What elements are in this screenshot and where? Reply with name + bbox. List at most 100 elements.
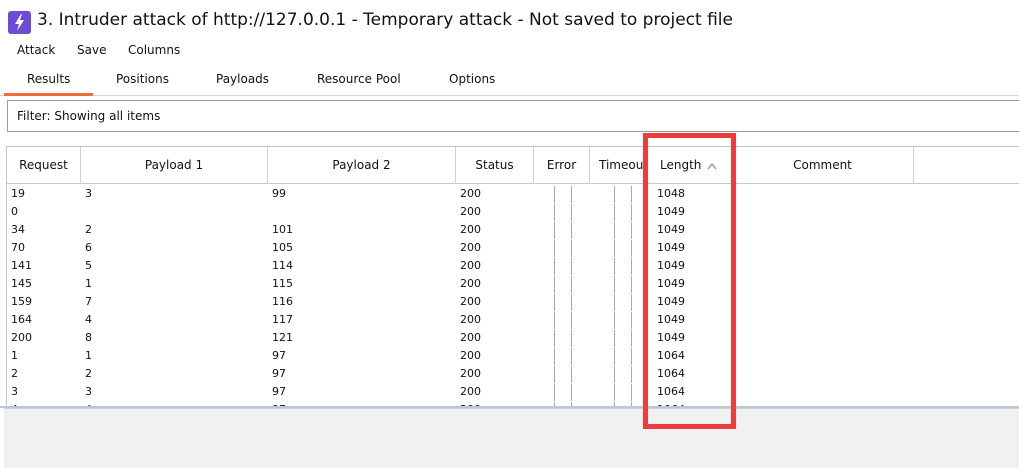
filter-bar[interactable]: Filter: Showing all items [7,100,1019,132]
cell-request: 164 [11,313,32,326]
table-row[interactable]: 3 3 97 200 1064 [7,383,1019,401]
cell-status: 200 [460,259,481,272]
column-header-length[interactable]: Length [648,147,732,184]
cell-comment [732,275,914,293]
timeout-checkbox [614,276,632,293]
cell-payload-2: 97 [272,367,286,380]
error-checkbox [554,240,572,257]
cell-length: 1064 [657,349,685,362]
menu-attack[interactable]: Attack [17,43,55,57]
cell-length: 1049 [657,277,685,290]
cell-payload-1: 1 [85,277,92,290]
table-row[interactable]: 164 4 117 200 1049 [7,311,1019,329]
cell-length: 1064 [657,385,685,398]
timeout-checkbox [614,186,632,203]
cell-comment [732,221,914,239]
table-body: 19 3 99 200 1048 0 200 1049 34 2 101 200 1049 70 6 105 2… [7,185,1019,408]
cell-status: 200 [460,205,481,218]
table-row[interactable]: 1 1 97 200 1064 [7,347,1019,365]
tab-bar: Results Positions Payloads Resource Pool… [0,64,1019,96]
cell-status: 200 [460,313,481,326]
table-row[interactable]: 200 8 121 200 1049 [7,329,1019,347]
timeout-checkbox [614,312,632,329]
menu-save[interactable]: Save [77,43,106,57]
column-header-length-label: Length [660,158,702,172]
table-row[interactable]: 0 200 1049 [7,203,1019,221]
column-header-error[interactable]: Error [534,147,590,184]
cell-length: 1049 [657,295,685,308]
timeout-checkbox [614,258,632,275]
timeout-checkbox [614,204,632,221]
cell-comment [732,293,914,311]
cell-payload-1: 2 [85,367,92,380]
filter-text: Filter: Showing all items [17,109,161,123]
cell-length: 1049 [657,223,685,236]
cell-request: 19 [11,187,25,200]
window-title: 3. Intruder attack of http://127.0.0.1 -… [37,10,733,30]
error-checkbox [554,384,572,401]
error-checkbox [554,186,572,203]
cell-length: 1064 [657,367,685,380]
cell-payload-2: 115 [272,277,293,290]
cell-request: 141 [11,259,32,272]
cell-length: 1049 [657,313,685,326]
table-row[interactable]: 34 2 101 200 1049 [7,221,1019,239]
error-checkbox [554,204,572,221]
cell-comment [732,185,914,203]
table-row[interactable]: 145 1 115 200 1049 [7,275,1019,293]
tab-payloads[interactable]: Payloads [216,72,269,86]
timeout-checkbox [614,366,632,383]
cell-comment [732,311,914,329]
column-header-request[interactable]: Request [7,147,81,184]
cell-payload-2: 121 [272,331,293,344]
column-header-payload-1[interactable]: Payload 1 [81,147,268,184]
cell-status: 200 [460,187,481,200]
cell-payload-2: 99 [272,187,286,200]
cell-payload-1: 8 [85,331,92,344]
cell-status: 200 [460,331,481,344]
cell-payload-1: 7 [85,295,92,308]
cell-length: 1049 [657,205,685,218]
table-header: Request Payload 1 Payload 2 Status Error… [7,147,1019,184]
timeout-checkbox [614,294,632,311]
error-checkbox [554,258,572,275]
menu-bar: Attack Save Columns [0,40,1019,62]
cell-payload-2: 117 [272,313,293,326]
tab-resource-pool[interactable]: Resource Pool [317,72,401,86]
tab-options[interactable]: Options [449,72,495,86]
cell-payload-2: 97 [272,349,286,362]
table-row[interactable]: 19 3 99 200 1048 [7,185,1019,203]
request-response-pane [4,408,1019,468]
tab-positions[interactable]: Positions [116,72,169,86]
cell-length: 1048 [657,187,685,200]
menu-columns[interactable]: Columns [128,43,180,57]
cell-request: 70 [11,241,25,254]
error-checkbox [554,348,572,365]
timeout-checkbox [614,240,632,257]
column-header-timeout[interactable]: Timeout [590,147,648,184]
timeout-checkbox [614,384,632,401]
table-row[interactable]: 159 7 116 200 1049 [7,293,1019,311]
column-header-status[interactable]: Status [456,147,534,184]
cell-status: 200 [460,349,481,362]
cell-status: 200 [460,241,481,254]
cell-payload-1 [81,203,268,221]
error-checkbox [554,276,572,293]
table-row[interactable]: 2 2 97 200 1064 [7,365,1019,383]
cell-status: 200 [460,223,481,236]
table-row[interactable]: 141 5 114 200 1049 [7,257,1019,275]
tab-results[interactable]: Results [27,72,70,86]
cell-comment [732,329,914,347]
results-table: Request Payload 1 Payload 2 Status Error… [6,146,1019,408]
cell-payload-2: 97 [272,385,286,398]
cell-request: 159 [11,295,32,308]
cell-request: 1 [11,349,18,362]
column-header-comment[interactable]: Comment [732,147,914,184]
cell-payload-2 [268,203,456,221]
cell-payload-1: 3 [85,187,92,200]
cell-request: 200 [11,331,32,344]
column-header-payload-2[interactable]: Payload 2 [268,147,456,184]
cell-payload-2: 101 [272,223,293,236]
cell-payload-2: 114 [272,259,293,272]
table-row[interactable]: 70 6 105 200 1049 [7,239,1019,257]
